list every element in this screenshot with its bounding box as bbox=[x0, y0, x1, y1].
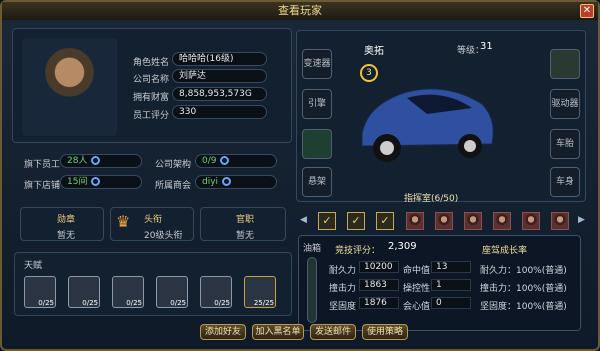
search-icon[interactable] bbox=[220, 156, 230, 165]
score-label: 竞技评分： bbox=[335, 246, 381, 256]
role-value: 哈哈哈(16级) bbox=[172, 52, 267, 66]
avatar bbox=[22, 38, 117, 136]
add-friend-button[interactable]: 添加好友 bbox=[200, 324, 246, 340]
title-value: 20级头衔 bbox=[144, 231, 183, 241]
left-slot-gearbox[interactable]: 变速器 bbox=[302, 49, 332, 79]
window-title: 查看玩家 bbox=[2, 2, 598, 20]
search-icon[interactable] bbox=[222, 177, 232, 186]
car-level: 31 bbox=[480, 41, 493, 52]
left-slot-engine[interactable]: 引擎 bbox=[302, 89, 332, 119]
prev-arrow-icon[interactable]: ◀ bbox=[300, 215, 307, 225]
car-image bbox=[361, 88, 494, 162]
stat-label: 命中值 bbox=[403, 266, 431, 276]
skill-slot[interactable]: ✓ bbox=[376, 212, 394, 230]
talent-slot[interactable]: 0/25 bbox=[68, 276, 100, 308]
score-value: 2,309 bbox=[388, 241, 417, 252]
talent-slot[interactable]: 0/25 bbox=[156, 276, 188, 308]
wealth-label: 拥有财富 bbox=[133, 93, 170, 103]
stat-label: 耐久力 bbox=[329, 266, 357, 276]
right-slot-tire[interactable]: 车胎 bbox=[550, 129, 580, 159]
use-strategy-button[interactable]: 使用策略 bbox=[362, 324, 408, 340]
car-name: 奥拓 bbox=[364, 46, 384, 57]
stat-label: 撞击力 bbox=[329, 284, 357, 294]
right-slot-body[interactable]: 车身 bbox=[550, 167, 580, 197]
structure-value[interactable]: 0/9 bbox=[195, 154, 277, 168]
talent-slot[interactable]: 25/25 bbox=[244, 276, 276, 308]
growth-value: 坚固度：100%(普通) bbox=[480, 302, 567, 312]
chamber-value[interactable]: diyi bbox=[195, 175, 277, 189]
medal-value: 暂无 bbox=[57, 231, 76, 241]
staff-label: 旗下员工 bbox=[24, 160, 61, 170]
stat-label: 会心值 bbox=[403, 302, 431, 312]
crew-slot[interactable] bbox=[464, 212, 482, 230]
send-mail-button[interactable]: 发送邮件 bbox=[310, 324, 356, 340]
skill-slot[interactable]: ✓ bbox=[318, 212, 336, 230]
stat-label: 操控性 bbox=[403, 284, 431, 294]
stores-label: 旗下店铺 bbox=[24, 181, 61, 191]
growth-label: 座驾成长率 bbox=[482, 246, 528, 256]
skill-slot[interactable]: ✓ bbox=[347, 212, 365, 230]
search-icon[interactable] bbox=[91, 177, 101, 186]
right-slot-item[interactable] bbox=[550, 49, 580, 79]
office-title: 官职 bbox=[236, 215, 255, 225]
crew-slot[interactable] bbox=[406, 212, 424, 230]
stat-value: 13 bbox=[431, 261, 471, 273]
stat-value: 10200 bbox=[359, 261, 399, 273]
garage-label[interactable]: 指挥室(6/50) bbox=[404, 191, 458, 204]
search-icon[interactable] bbox=[91, 156, 101, 165]
stat-value: 1863 bbox=[359, 279, 399, 291]
growth-value: 撞击力：100%(普通) bbox=[480, 284, 567, 294]
chamber-label: 所属商会 bbox=[155, 181, 192, 191]
title-title: 头衔 bbox=[144, 215, 163, 225]
structure-label: 公司架构 bbox=[155, 160, 192, 170]
left-slot-suspension[interactable]: 悬架 bbox=[302, 167, 332, 197]
company-label: 公司名称 bbox=[133, 75, 170, 85]
oil-label: 油箱 bbox=[303, 244, 322, 254]
score-label: 员工评分 bbox=[133, 111, 170, 121]
talent-slot[interactable]: 0/25 bbox=[112, 276, 144, 308]
wealth-value: 8,858,953,573G bbox=[172, 87, 267, 101]
stat-value: 0 bbox=[431, 297, 471, 309]
office-value: 暂无 bbox=[236, 231, 255, 241]
blacklist-button[interactable]: 加入黑名单 bbox=[252, 324, 304, 340]
staff-value[interactable]: 28人 bbox=[60, 154, 142, 168]
medal-title: 勋章 bbox=[57, 215, 76, 225]
next-arrow-icon[interactable]: ▶ bbox=[578, 215, 585, 225]
stat-value: 1 bbox=[431, 279, 471, 291]
left-slot-item[interactable] bbox=[302, 129, 332, 159]
crew-slot[interactable] bbox=[493, 212, 511, 230]
right-slot-drive[interactable]: 驱动器 bbox=[550, 89, 580, 119]
close-icon[interactable]: ✕ bbox=[580, 4, 594, 18]
crew-slot[interactable] bbox=[551, 212, 569, 230]
role-label: 角色姓名 bbox=[133, 58, 170, 68]
talent-slot[interactable]: 0/25 bbox=[200, 276, 232, 308]
company-value: 刘萨达 bbox=[172, 69, 267, 83]
crew-slot[interactable] bbox=[435, 212, 453, 230]
talent-slot[interactable]: 0/25 bbox=[24, 276, 56, 308]
stores-value[interactable]: 15间 bbox=[60, 175, 142, 189]
crown-icon: ♛ bbox=[116, 212, 131, 231]
growth-value: 耐久力：100%(普通) bbox=[480, 266, 567, 276]
talent-label: 天赋 bbox=[24, 261, 43, 271]
oil-gauge bbox=[307, 257, 317, 323]
stat-label: 坚固度 bbox=[329, 302, 357, 312]
stat-value: 1876 bbox=[359, 297, 399, 309]
player-window: 查看玩家 ✕ 角色姓名 哈哈哈(16级) 公司名称 刘萨达 拥有财富 8,858… bbox=[0, 0, 600, 351]
score-value: 330 bbox=[172, 105, 267, 119]
crew-slot[interactable] bbox=[522, 212, 540, 230]
